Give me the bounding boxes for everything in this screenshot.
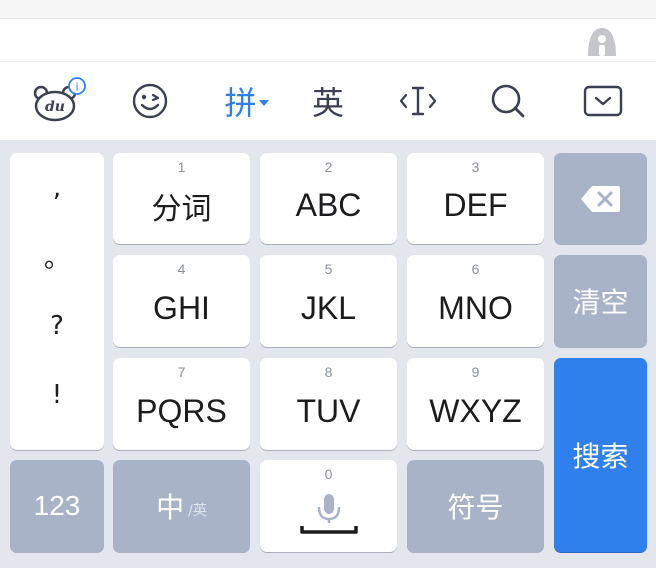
key-label: GHI <box>153 289 210 326</box>
chinese-label: 中 <box>156 491 185 524</box>
key-7[interactable]: 7 PQRS <box>113 358 250 450</box>
key-label: TUV <box>296 392 361 429</box>
key-4[interactable]: 4 GHI <box>113 255 250 347</box>
symbols-label: 符号 <box>447 491 504 524</box>
key-number: 7 <box>177 364 186 380</box>
numbers-key[interactable]: 123 <box>10 460 104 552</box>
info-badge: i <box>75 81 78 94</box>
key-5[interactable]: 5 JKL <box>260 255 397 347</box>
cursor-button[interactable] <box>394 62 442 140</box>
english-sub-label: /英 <box>188 503 207 519</box>
key-number: 0 <box>324 466 333 482</box>
key-3[interactable]: 3 DEF <box>407 153 544 244</box>
key-number: 6 <box>471 261 480 277</box>
input-bar <box>0 19 656 62</box>
key-number: 4 <box>177 261 186 277</box>
key-label: MNO <box>438 289 513 326</box>
microphone-icon <box>299 494 358 534</box>
person-icon[interactable] <box>584 24 620 58</box>
collapse-keyboard-button[interactable] <box>580 62 626 140</box>
punct-exclamation[interactable]: ! <box>10 360 104 429</box>
backspace-icon <box>580 185 620 212</box>
punctuation-list[interactable]: , 。 ? ! <box>10 153 104 450</box>
emoji-icon <box>132 83 168 119</box>
pinyin-label: 拼 <box>224 84 257 122</box>
key-8[interactable]: 8 TUV <box>260 358 397 450</box>
du-logo-button[interactable]: du i <box>26 62 90 140</box>
punct-comma[interactable]: , <box>10 153 104 222</box>
key-number: 1 <box>177 159 186 175</box>
key-label: DEF <box>443 187 508 223</box>
collapse-keyboard-icon <box>583 85 623 117</box>
punct-question[interactable]: ? <box>10 291 104 360</box>
search-icon <box>491 84 525 118</box>
key-number: 5 <box>324 261 333 277</box>
key-number: 2 <box>324 159 333 175</box>
punct-period[interactable]: 。 <box>10 222 104 291</box>
key-2[interactable]: 2 ABC <box>260 153 397 244</box>
key-label: JKL <box>300 289 357 326</box>
search-button[interactable] <box>486 62 530 140</box>
key-6[interactable]: 6 MNO <box>407 255 544 347</box>
key-label: WXYZ <box>429 392 522 429</box>
cursor-icon <box>399 86 437 116</box>
key-1[interactable]: 1 分词 <box>113 153 250 244</box>
key-number: 3 <box>471 159 480 175</box>
clear-key[interactable]: 清空 <box>554 255 647 347</box>
svg-text:du: du <box>45 99 65 115</box>
key-number: 9 <box>471 364 480 380</box>
backspace-key[interactable] <box>554 153 647 244</box>
pinyin-mode-button[interactable]: 拼 <box>218 62 276 140</box>
key-label: PQRS <box>136 392 227 429</box>
key-9[interactable]: 9 WXYZ <box>407 358 544 450</box>
key-label: 分词 <box>151 191 212 227</box>
symbols-key[interactable]: 符号 <box>407 460 544 552</box>
english-mode-button[interactable]: 英 <box>306 62 350 140</box>
numbers-label: 123 <box>33 490 81 521</box>
toolbar: du i 拼 英 <box>0 62 656 140</box>
english-label: 英 <box>311 84 344 122</box>
clear-label: 清空 <box>572 286 629 319</box>
keyboard: , 。 ? ! 1 分词 2 ABC 3 DEF 4 GHI 5 JKL 6 M… <box>0 140 656 568</box>
search-key[interactable]: 搜索 <box>554 358 647 552</box>
language-switch-key[interactable]: 中 /英 <box>113 460 250 552</box>
du-logo-icon: du i <box>33 77 86 122</box>
emoji-button[interactable] <box>126 62 174 140</box>
dropdown-caret-icon <box>258 100 269 106</box>
top-strip <box>0 0 656 19</box>
search-label: 搜索 <box>572 440 629 473</box>
key-label: ABC <box>295 187 362 223</box>
space-key[interactable]: 0 <box>260 460 397 552</box>
key-number: 8 <box>324 364 333 380</box>
